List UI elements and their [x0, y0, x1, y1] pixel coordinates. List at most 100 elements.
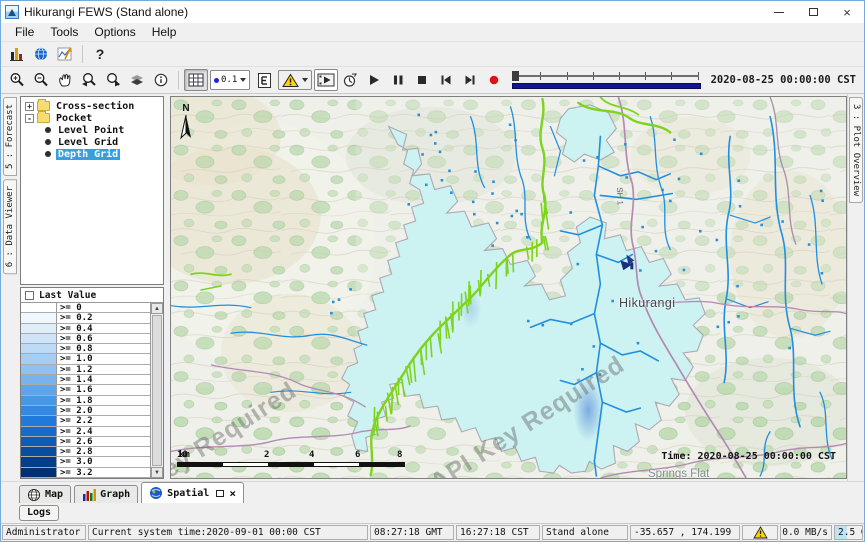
zoom-previous-button[interactable] [77, 69, 101, 91]
movie-icon [317, 73, 335, 87]
bar-chart-icon [9, 46, 25, 62]
north-arrow-icon [179, 114, 193, 140]
contour-labels-button[interactable] [252, 69, 276, 91]
map-toolbar: 0.1 [1, 67, 864, 94]
legend-row: >= 1.0 [21, 354, 150, 364]
help-icon: ? [96, 46, 105, 62]
legend-row: >= 0 [21, 303, 150, 313]
tab-map[interactable]: Map [19, 485, 71, 503]
threshold-dropdown[interactable]: 0.1 [210, 70, 250, 90]
side-tab[interactable]: 6 : Data Viewer [3, 179, 17, 274]
close-button[interactable]: × [830, 1, 864, 23]
status-gmt-time: 08:27:18 GMT [370, 525, 454, 540]
legend-row: >= 0.2 [21, 313, 150, 323]
status-bar: Administrator Current system time:2020-0… [1, 523, 864, 541]
expand-icon[interactable]: + [25, 102, 34, 111]
skip-start-icon [440, 74, 452, 86]
warning-icon [753, 526, 768, 539]
spatial-display-button[interactable] [29, 43, 53, 65]
timeseries-chart-icon [57, 46, 74, 62]
scrollbar-thumb[interactable] [152, 315, 162, 466]
town-label: Hikurangi [619, 296, 675, 310]
legend-row: >= 3.2 [21, 468, 150, 478]
timeseries-button[interactable] [53, 43, 77, 65]
tree-item-depth-grid[interactable]: Depth Grid [21, 148, 163, 160]
tree-item-level-grid[interactable]: Level Grid [21, 136, 163, 148]
filter-tree: + Cross-section - Pocket Level Point Lev… [20, 96, 164, 285]
app-logo-icon [5, 5, 19, 19]
zoom-next-button[interactable] [101, 69, 125, 91]
tab-graph[interactable]: Graph [74, 485, 138, 503]
minimize-button[interactable] [762, 1, 796, 23]
scroll-up-icon[interactable]: ▲ [151, 303, 163, 314]
layers-button[interactable] [125, 69, 149, 91]
menu-item[interactable]: File [7, 24, 42, 40]
collapse-icon[interactable]: - [25, 114, 34, 123]
legend-row: >= 0.4 [21, 324, 150, 334]
skip-start-button[interactable] [434, 69, 458, 91]
north-arrow: N [178, 103, 194, 145]
pause-button[interactable] [386, 69, 410, 91]
tab-spatial[interactable]: Spatial × [141, 482, 244, 503]
zoom-previous-icon [81, 72, 97, 88]
spatial-map[interactable]: N API Key Required API Key Required Hiku… [170, 96, 847, 479]
play-button[interactable] [362, 69, 386, 91]
legend-swatch [21, 437, 57, 446]
maximize-icon [809, 8, 818, 16]
stop-button[interactable] [410, 69, 434, 91]
globe-icon [33, 46, 49, 62]
status-coordinates: -35.657 , 174.199 [630, 525, 740, 540]
grid-display-button[interactable] [184, 69, 208, 91]
info-button[interactable] [149, 69, 173, 91]
record-button[interactable] [482, 69, 506, 91]
legend-label: >= 1.8 [57, 396, 150, 405]
time-slider-handle[interactable] [512, 71, 519, 81]
legend-title: Last Value [39, 290, 96, 301]
tab-maximize-icon[interactable] [216, 490, 224, 497]
menu-item[interactable]: Tools [42, 24, 86, 40]
status-network-rate: 0.0 MB/s [780, 525, 832, 540]
explorer-button[interactable] [5, 43, 29, 65]
legend-scrollbar[interactable]: ▲ ▼ [150, 303, 163, 478]
animation-button[interactable] [314, 69, 338, 91]
legend-row: >= 2.6 [21, 437, 150, 447]
zoom-out-button[interactable] [29, 69, 53, 91]
logs-row: Logs [1, 503, 864, 523]
pan-button[interactable] [53, 69, 77, 91]
side-tab[interactable]: 3 : Plot Overview [849, 97, 863, 203]
minimize-icon [774, 12, 784, 13]
legend-label: >= 2.8 [57, 447, 150, 456]
bar-chart-icon [82, 488, 96, 502]
zoom-in-icon [9, 72, 25, 88]
scroll-down-icon[interactable]: ▼ [151, 467, 163, 478]
time-slider[interactable] [512, 69, 700, 91]
status-user: Administrator [2, 525, 86, 540]
skip-end-button[interactable] [458, 69, 482, 91]
tab-close-icon[interactable]: × [229, 487, 236, 500]
menu-item[interactable]: Options [86, 24, 143, 40]
maximize-button[interactable] [796, 1, 830, 23]
side-tab[interactable]: 5 : Forecast [3, 97, 17, 176]
logs-button[interactable]: Logs [19, 505, 59, 521]
app-window: Hikurangi FEWS (Stand alone) × FileTools… [0, 0, 865, 542]
timer-settings-button[interactable] [338, 69, 362, 91]
data-viewer-panel: + Cross-section - Pocket Level Point Lev… [18, 94, 166, 481]
legend-swatch [21, 303, 57, 312]
close-icon: × [843, 5, 851, 20]
layers-icon [129, 72, 145, 88]
menu-item[interactable]: Help [144, 24, 185, 40]
last-value-checkbox[interactable] [25, 291, 34, 300]
scale-tick-label: 2 [264, 450, 269, 460]
legend-swatch [21, 324, 57, 333]
threshold-value: 0.1 [221, 75, 237, 85]
zoom-in-button[interactable] [5, 69, 29, 91]
title-bar: Hikurangi FEWS (Stand alone) × [1, 1, 864, 23]
legend-panel: Last Value >= 0 >= 0.2 [20, 287, 164, 479]
help-button[interactable]: ? [88, 43, 112, 65]
legend-row: >= 1.2 [21, 365, 150, 375]
tree-item-level-point[interactable]: Level Point [21, 124, 163, 136]
status-memory: 2.5 GB [834, 525, 863, 540]
tree-item-pocket[interactable]: - Pocket [21, 112, 163, 124]
legend-swatch [21, 334, 57, 343]
warnings-dropdown[interactable] [278, 70, 312, 90]
